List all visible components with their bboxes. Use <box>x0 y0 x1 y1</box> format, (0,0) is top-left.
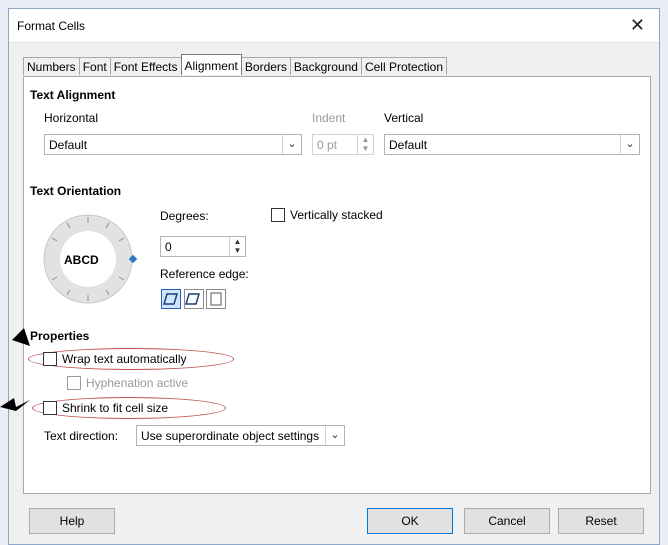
annotation-arrows <box>0 316 30 411</box>
tab-alignment[interactable]: Alignment <box>180 54 242 75</box>
